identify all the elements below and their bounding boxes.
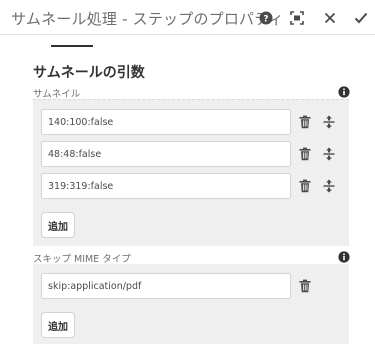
reorder-handle-icon[interactable]	[322, 179, 336, 193]
svg-text:?: ?	[263, 15, 268, 25]
fullscreen-icon	[290, 11, 304, 25]
active-tab-indicator[interactable]	[51, 45, 93, 47]
dialog-title: サムネール処理 - ステップのプロパティ	[11, 10, 284, 28]
thumbnail-input-1[interactable]: 140:100:false	[41, 109, 291, 135]
skip-mime-type-input-1[interactable]: skip:application/pdf	[41, 273, 291, 299]
skip-mime-types-label: スキップ MIME タイプ	[33, 254, 131, 265]
thumbnail-input-2[interactable]: 48:48:false	[41, 141, 291, 167]
delete-icon[interactable]	[298, 279, 312, 293]
help-icon: ?	[259, 11, 273, 25]
close-icon	[324, 12, 336, 24]
delete-icon[interactable]	[298, 179, 312, 193]
dialog-header: サムネール処理 - ステップのプロパティ ?	[0, 0, 375, 35]
info-icon[interactable]	[338, 86, 350, 98]
section-title: サムネールの引数	[33, 65, 145, 81]
checkmark-icon	[354, 12, 368, 24]
fullscreen-button[interactable]	[287, 8, 307, 28]
delete-icon[interactable]	[298, 115, 312, 129]
add-skip-mime-type-button[interactable]: 追加	[41, 312, 75, 338]
thumbnail-input-3[interactable]: 319:319:false	[41, 173, 291, 199]
info-icon[interactable]	[338, 251, 350, 263]
step-properties-dialog: サムネール処理 - ステップのプロパティ ? サムネールの引数 サムネイル 14…	[0, 0, 375, 350]
thumbnails-label: サムネイル	[33, 89, 81, 100]
add-thumbnail-button[interactable]: 追加	[41, 212, 75, 238]
delete-icon[interactable]	[298, 147, 312, 161]
help-button[interactable]: ?	[256, 8, 276, 28]
close-button[interactable]	[320, 8, 340, 28]
done-button[interactable]	[351, 8, 371, 28]
reorder-handle-icon[interactable]	[322, 147, 336, 161]
reorder-handle-icon[interactable]	[322, 115, 336, 129]
